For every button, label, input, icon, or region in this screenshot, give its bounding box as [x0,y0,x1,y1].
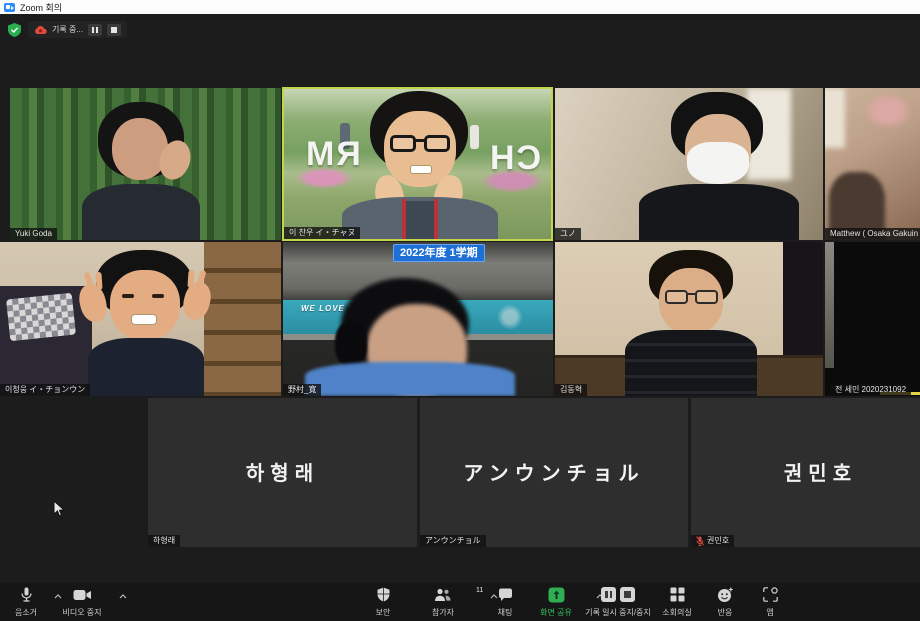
apps-button[interactable]: 앱 [748,586,792,618]
shield-icon [377,587,390,602]
record-stop-icon[interactable] [620,587,635,602]
video-tile-matthew[interactable]: Matthew ( Osaka Gakuin Un [825,88,920,240]
participant-name-label: 권민호 [691,535,734,547]
apps-frame-icon [763,587,778,602]
video-tile-yuno[interactable]: ユノ [555,88,823,240]
video-options-chevron-icon[interactable] [119,594,127,599]
window-title: Zoom 회의 [20,1,62,14]
mute-button[interactable]: 음소거 [2,586,50,618]
video-tile-an-unchol[interactable]: アンウンチョル アンウンチョル [420,398,688,547]
mouse-cursor [53,500,65,523]
participant-name-label: Matthew ( Osaka Gakuin Un [825,228,920,240]
participant-name-label: ユノ [555,228,581,240]
participant-name-label: 이 찬우 イ・チャヌ [284,227,360,239]
recording-stop-button[interactable] [107,24,121,36]
participant-name-label: 하형래 [148,535,180,547]
video-tile-jeon-semin[interactable]: 전 세민 2020231092 [825,242,920,396]
video-tile-kwon-minho[interactable]: 권민호 권민호 [691,398,920,547]
participant-name-label: 전 세민 2020231092 [830,384,911,396]
participant-name-label: 이청웅 イ・チョンウン [0,384,90,396]
reactions-button[interactable]: 반응 [698,586,752,618]
smiley-plus-icon [717,587,734,603]
record-pause-icon[interactable] [601,587,616,602]
participant-name-label: 김동혁 [555,384,587,396]
speech-bubble-icon [498,588,513,602]
people-icon [434,588,452,602]
participant-display-name: 하형래 [148,457,417,486]
participant-display-name: 권민호 [721,457,920,486]
participants-button[interactable]: 11 참가자 [413,586,473,618]
grid-icon [670,587,685,602]
participant-display-name: アンウンチョル [420,457,688,486]
security-button[interactable]: 보안 [353,586,413,618]
recording-indicator: 기록 중... [28,21,127,38]
zoom-meeting-window: Zoom 회의 기록 중... Yuki Goda MЯ HƆ [0,0,920,621]
video-tile-kim-donghyuk[interactable]: 김동혁 [555,242,823,396]
muted-mic-icon [696,536,704,546]
recording-status-label: 기록 중... [52,24,83,35]
video-tile-nomura[interactable]: WE LOVE KASUKABE!! 2022年度 1学期 野村_寛 [283,242,553,396]
encryption-shield-icon[interactable] [8,23,21,37]
participant-name-label: 野村_寛 [283,384,321,396]
zoom-camera-icon [4,3,15,12]
cloud-record-icon [34,25,47,35]
meeting-toolbar: 음소거 비디오 중지 보안 11 참가자 [0,583,920,621]
share-screen-arrow-icon [548,587,565,603]
chat-button[interactable]: 채팅 [478,586,532,618]
participant-name-label: アンウンチョル [420,535,486,547]
video-tile-lee-chanwoo[interactable]: MЯ HƆ 이 찬우 イ・チャヌ [282,87,553,241]
video-tile-yuki-goda[interactable]: Yuki Goda [10,88,281,240]
park-sign-text-left: MЯ [306,135,363,174]
microphone-icon [20,587,33,603]
stop-video-button[interactable]: 비디오 중지 [52,586,112,618]
window-titlebar: Zoom 회의 [0,0,920,14]
participant-name-label: Yuki Goda [10,228,57,240]
video-camera-icon [73,589,92,601]
park-sign-text-right: HƆ [490,139,543,178]
course-banner: 2022年度 1学期 [393,244,485,262]
video-tile-ha-hyeongrae[interactable]: 하형래 하형래 [148,398,417,547]
video-tile-lee-cheongung[interactable]: 이청웅 イ・チョンウン [0,242,281,396]
recording-pause-button[interactable] [88,24,102,36]
